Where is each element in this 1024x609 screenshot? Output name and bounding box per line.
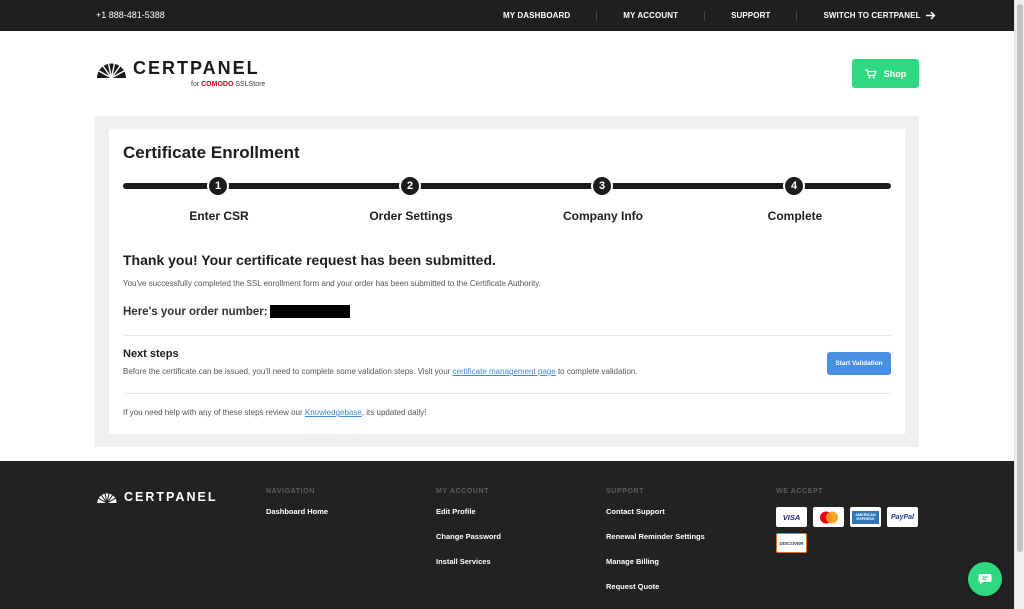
visa-logo: VISA xyxy=(776,507,807,527)
next-steps-text-before: Before the certificate can be issued, yo… xyxy=(123,367,453,376)
confirmation-heading: Thank you! Your certificate request has … xyxy=(123,252,496,268)
help-text-after: , its updated daily! xyxy=(361,408,427,417)
top-nav: MY DASHBOARD MY ACCOUNT SUPPORT SWITCH T… xyxy=(477,0,936,31)
top-bar: +1 888-481-5388 MY DASHBOARD MY ACCOUNT … xyxy=(0,0,1014,31)
divider xyxy=(123,393,891,394)
order-number-label: Here's your order number: xyxy=(123,305,268,318)
footer-my-account-heading: MY ACCOUNT xyxy=(436,488,490,495)
certpanel-logo-icon xyxy=(97,493,117,503)
next-steps-text-after: to complete validation. xyxy=(555,367,638,376)
order-number-row: Here's your order number: xyxy=(123,305,350,318)
chat-icon xyxy=(978,574,992,585)
step-4-marker: 4 xyxy=(783,175,805,197)
step-3-label: Company Info xyxy=(563,209,643,223)
shop-label: Shop xyxy=(883,68,907,79)
footer-we-accept: WE ACCEPT VISA AMERICAN EXPRESS PayPal D… xyxy=(776,488,926,553)
scrollbar-thumb[interactable] xyxy=(1017,4,1023,552)
support-phone[interactable]: +1 888-481-5388 xyxy=(96,10,165,20)
shop-button[interactable]: Shop xyxy=(852,59,919,88)
knowledgebase-link[interactable]: Knowledgebase xyxy=(305,408,362,417)
footer-support: SUPPORT Contact Support Renewal Reminder… xyxy=(606,488,705,607)
footer-logo[interactable]: CERTPANEL xyxy=(96,490,217,504)
brand-name: CERTPANEL xyxy=(133,58,260,78)
amex-logo: AMERICAN EXPRESS xyxy=(850,507,881,527)
step-1-label: Enter CSR xyxy=(189,209,249,223)
footer-link-request-quote[interactable]: Request Quote xyxy=(606,582,705,591)
brand-logo[interactable]: CERTPANEL for COMODO SSLStore xyxy=(96,58,265,88)
step-1-marker: 1 xyxy=(207,175,229,197)
brand-for: for xyxy=(191,81,200,88)
nav-my-account[interactable]: MY ACCOUNT xyxy=(597,10,706,21)
partner-name: COMODO xyxy=(201,81,234,88)
footer-my-account: MY ACCOUNT Edit Profile Change Password … xyxy=(436,488,501,582)
next-steps-heading: Next steps xyxy=(123,348,179,360)
step-2-label: Order Settings xyxy=(369,209,453,223)
nav-switch-to-certpanel[interactable]: SWITCH TO CERTPANEL xyxy=(797,10,936,21)
footer: CERTPANEL NAVIGATION Dashboard Home MY A… xyxy=(0,461,1014,609)
brand-partner: for COMODO SSLStore xyxy=(191,81,265,88)
chat-button[interactable] xyxy=(968,562,1002,596)
arrow-right-icon xyxy=(925,11,936,20)
help-text-before: If you need help with any of these steps… xyxy=(123,408,305,417)
divider xyxy=(123,335,891,336)
certificate-management-link[interactable]: certificate management page xyxy=(453,367,556,376)
footer-support-heading: SUPPORT xyxy=(606,488,645,495)
footer-link-renewal-reminder-settings[interactable]: Renewal Reminder Settings xyxy=(606,532,705,541)
footer-link-change-password[interactable]: Change Password xyxy=(436,532,501,541)
cart-icon xyxy=(864,68,877,78)
footer-link-install-services[interactable]: Install Services xyxy=(436,557,501,566)
step-4-label: Complete xyxy=(767,209,823,223)
discover-logo: DISCOVER xyxy=(776,533,807,553)
payment-cards: VISA AMERICAN EXPRESS PayPal DISCOVER xyxy=(776,507,926,553)
footer-we-accept-heading: WE ACCEPT xyxy=(776,488,824,495)
help-text: If you need help with any of these steps… xyxy=(123,408,426,417)
order-number-redacted xyxy=(269,305,350,318)
page-title: Certificate Enrollment xyxy=(123,143,300,162)
footer-navigation-heading: NAVIGATION xyxy=(266,488,315,495)
progress-track xyxy=(123,183,891,189)
mastercard-logo xyxy=(813,507,844,527)
footer-link-dashboard-home[interactable]: Dashboard Home xyxy=(266,507,328,516)
step-3-marker: 3 xyxy=(591,175,613,197)
step-2-marker: 2 xyxy=(399,175,421,197)
nav-support[interactable]: SUPPORT xyxy=(705,10,798,21)
enrollment-card: Certificate Enrollment 1 2 3 4 Enter CSR… xyxy=(109,129,905,434)
footer-link-edit-profile[interactable]: Edit Profile xyxy=(436,507,501,516)
footer-brand-name: CERTPANEL xyxy=(124,490,218,504)
page-scrollbar[interactable] xyxy=(1014,0,1024,609)
next-steps-text: Before the certificate can be issued, yo… xyxy=(123,367,638,376)
footer-navigation: NAVIGATION Dashboard Home xyxy=(266,488,328,532)
confirmation-text: You've successfully completed the SSL en… xyxy=(123,279,541,288)
start-validation-button[interactable]: Start Validation xyxy=(827,352,891,375)
partner-suffix: SSLStore xyxy=(235,81,266,88)
paypal-logo: PayPal xyxy=(887,507,918,527)
switch-label: SWITCH TO CERTPANEL xyxy=(823,10,921,20)
footer-link-contact-support[interactable]: Contact Support xyxy=(606,507,705,516)
nav-my-dashboard[interactable]: MY DASHBOARD xyxy=(477,10,598,21)
footer-link-manage-billing[interactable]: Manage Billing xyxy=(606,557,705,566)
certpanel-logo-icon xyxy=(97,62,126,78)
